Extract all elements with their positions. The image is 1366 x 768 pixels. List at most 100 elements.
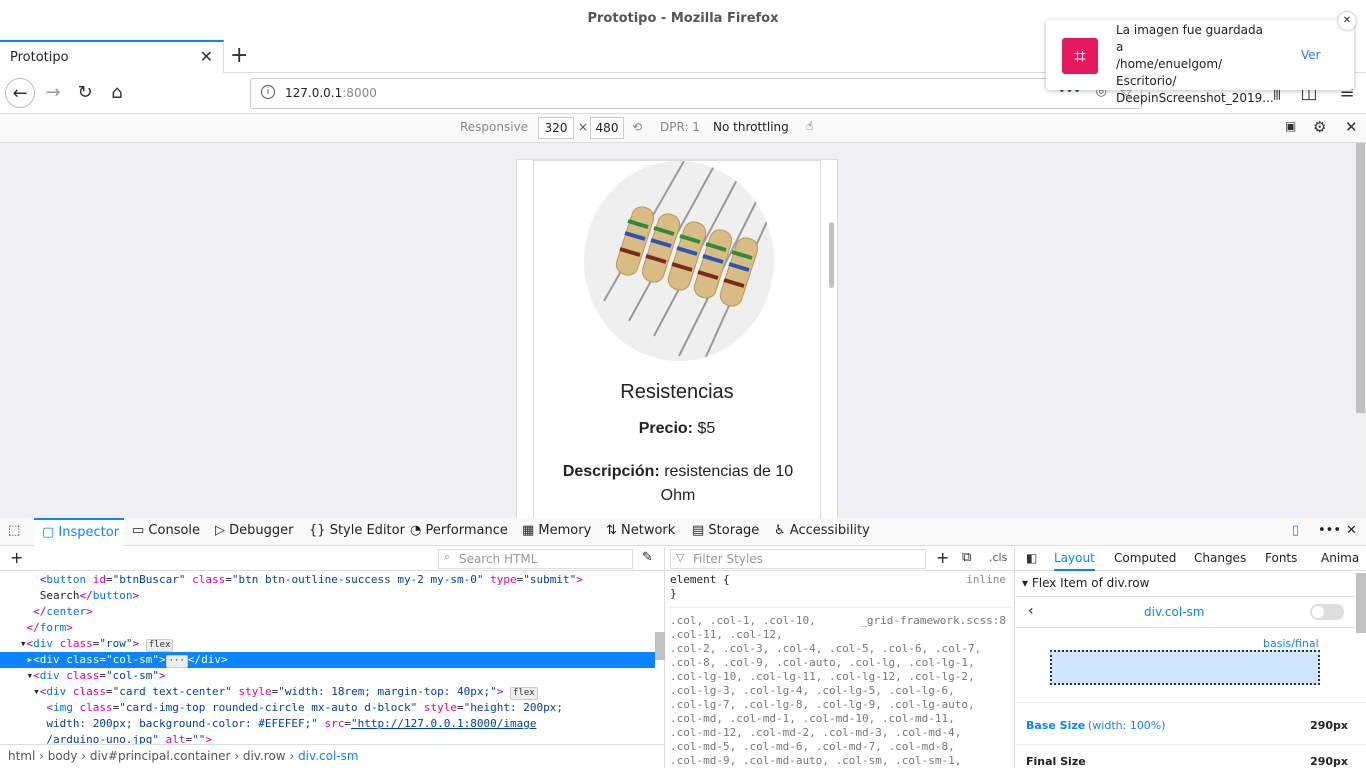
rules-toolbar: Filter Styles ▽ + ⧉ .cls xyxy=(666,547,1014,571)
base-size-label: Base Size xyxy=(1026,719,1086,732)
sidebar-tabs: ◧ Layout Computed Changes Fonts Anima xyxy=(1016,547,1366,571)
responsive-mode-icon[interactable]: ▯ xyxy=(1292,518,1299,546)
flex-item-section-header[interactable]: ▾ Flex Item of div.row xyxy=(1022,576,1149,590)
viewport-width-input[interactable]: 320 xyxy=(538,117,574,139)
dpr-select[interactable]: DPR: 1 xyxy=(660,120,700,134)
crumb-container[interactable]: div#principal.container xyxy=(90,749,231,763)
search-html-input[interactable]: Search HTML xyxy=(438,549,633,569)
base-size-value: 290px xyxy=(1310,719,1348,732)
highlight-toggle[interactable] xyxy=(1310,604,1344,620)
crumb-body[interactable]: body xyxy=(48,749,78,763)
cls-toggle[interactable]: .cls xyxy=(989,551,1007,564)
rule-line: .col-11, .col-12, xyxy=(670,628,783,641)
touch-simulation-icon[interactable]: ☝ xyxy=(806,119,813,133)
device-select[interactable]: Responsive xyxy=(460,120,528,134)
flex-item-diagram xyxy=(1050,650,1320,685)
device-scrollbar[interactable] xyxy=(829,222,834,288)
toggle-pseudo-icon[interactable]: ⧉ xyxy=(962,550,971,565)
home-button[interactable]: ⌂ xyxy=(102,78,132,108)
crumb-html[interactable]: html xyxy=(8,749,35,763)
final-size-value: 290px xyxy=(1310,755,1348,768)
eyedropper-icon[interactable]: ✎ xyxy=(642,550,653,565)
notification-message: La imagen fue guardada a/home/enuelgom/ … xyxy=(1116,23,1274,105)
device-frame: Resistencias Precio: $5 Descripción: res… xyxy=(516,159,838,520)
toggle-sidebar-icon[interactable]: ◧ xyxy=(1026,547,1037,571)
responsive-toolbar: Responsive 320 × 480 ⟲ DPR: 1 No throttl… xyxy=(0,114,1366,143)
close-notification-icon[interactable]: ✕ xyxy=(1338,12,1356,30)
back-button[interactable]: ← xyxy=(5,78,35,108)
rule-line: .col-lg-7, .col-lg-8, .col-lg-9, .col-lg… xyxy=(670,698,975,711)
tab-fonts[interactable]: Fonts xyxy=(1265,547,1297,571)
tree-line[interactable]: <img class="card-img-top rounded-circle … xyxy=(0,700,655,716)
tree-line[interactable]: ▾<div class="card text-center" style="wi… xyxy=(0,684,655,700)
tab-debugger[interactable]: ▷ Debugger xyxy=(215,518,294,546)
tab-style-editor[interactable]: {} Style Editor xyxy=(309,518,405,546)
tree-line[interactable]: ▾<div class="col-sm"> xyxy=(0,668,655,684)
page-viewport: Resistencias Precio: $5 Descripción: res… xyxy=(0,143,1366,520)
markup-scrollbar[interactable] xyxy=(655,632,665,660)
sidebar-scrollbar[interactable] xyxy=(1356,573,1366,633)
tab-memory[interactable]: ▦ Memory xyxy=(522,518,591,546)
screenshot-notification: ⌗ La imagen fue guardada a/home/enuelgom… xyxy=(1046,12,1356,105)
filter-icon: ▽ xyxy=(676,551,685,564)
tab-layout[interactable]: Layout xyxy=(1054,547,1095,571)
rule-line: .col-md-5, .col-md-6, .col-md-7, .col-md… xyxy=(670,740,955,753)
tab-changes[interactable]: Changes xyxy=(1194,547,1246,571)
base-size-note: (width: 100%) xyxy=(1088,719,1166,732)
tree-line[interactable]: ▾<div class="row"> flex xyxy=(0,636,655,652)
back-arrow-icon[interactable]: ‹ xyxy=(1028,603,1034,619)
tab-label: Prototipo xyxy=(10,50,69,65)
markup-view: + Search HTML ⌕ ✎ <button id="btnBuscar"… xyxy=(0,547,665,768)
tree-line[interactable]: /arduino-uno.jpg" alt=""> xyxy=(0,732,655,744)
devtools-menu-icon[interactable]: ••• xyxy=(1318,518,1341,546)
tree-line-selected[interactable]: ▸<div class="col-sm"> ··· </div> xyxy=(0,652,655,668)
tab-prototipo[interactable]: Prototipo ✕ xyxy=(0,40,224,73)
close-devtools-icon[interactable]: ✕ xyxy=(1346,518,1357,546)
view-button[interactable]: Ver xyxy=(1301,48,1321,62)
rule-close: } xyxy=(670,587,1010,608)
tab-network[interactable]: ⇅ Network xyxy=(606,518,675,546)
site-info-icon[interactable]: i xyxy=(261,85,275,99)
crumb-row[interactable]: div.row xyxy=(243,749,286,763)
close-rdm-icon[interactable]: ✕ xyxy=(1345,118,1358,136)
viewport-height-input[interactable]: 480 xyxy=(590,117,624,139)
tab-storage[interactable]: ▤ Storage xyxy=(692,518,759,546)
filter-styles-input[interactable]: Filter Styles xyxy=(670,549,926,569)
page-scrollbar[interactable] xyxy=(1355,143,1366,518)
new-tab-icon[interactable]: + xyxy=(230,43,248,68)
tree-line[interactable]: width: 200px; background-color: #EFEFEF;… xyxy=(0,716,655,732)
add-rule-icon[interactable]: + xyxy=(936,548,949,567)
rule-line: .col-lg-10, .col-lg-11, .col-lg-12, .col… xyxy=(670,670,975,683)
add-node-icon[interactable]: + xyxy=(10,548,23,567)
card-description: Descripción: resistencias de 10 Ohm xyxy=(562,463,794,504)
rule-selector: .col, .col-1, .col-10, _grid-framework.sc… xyxy=(670,614,1006,628)
screenshot-icon[interactable]: ▣ xyxy=(1285,119,1296,133)
throttling-select[interactable]: No throttling xyxy=(713,120,789,134)
rule-source-link[interactable]: _grid-framework.scss:8 xyxy=(860,614,1006,628)
dom-tree[interactable]: <button id="btnBuscar" class="btn btn-ou… xyxy=(0,572,655,744)
tree-line[interactable]: <button id="btnBuscar" class="btn btn-ou… xyxy=(0,572,655,588)
tab-accessibility[interactable]: ♿ Accessibility xyxy=(774,518,870,546)
tree-line[interactable]: </form> xyxy=(0,620,655,636)
tab-computed[interactable]: Computed xyxy=(1114,547,1176,571)
rotate-icon[interactable]: ⟲ xyxy=(632,120,642,134)
url-bar[interactable]: i 127.0.0.1:8000 ••• ◎ ☆ xyxy=(250,78,1142,109)
rule-line: .col-8, .col-9, .col-auto, .col-lg, .col… xyxy=(670,656,975,669)
tab-console[interactable]: ▭ Console xyxy=(132,518,200,546)
tree-line[interactable]: </center> xyxy=(0,604,655,620)
tab-inspector[interactable]: ▢ Inspector xyxy=(34,518,124,546)
times-sign: × xyxy=(578,120,589,134)
reload-button[interactable]: ↻ xyxy=(70,78,100,108)
close-tab-icon[interactable]: ✕ xyxy=(200,47,213,66)
settings-gear-icon[interactable]: ⚙ xyxy=(1313,118,1326,136)
rule-line: .col-md-9, .col-md-auto, .col-sm, .col-s… xyxy=(670,754,962,767)
pick-element-icon[interactable]: ⬚ xyxy=(8,518,28,546)
tab-animations[interactable]: Anima xyxy=(1321,547,1359,571)
flex-item-selector[interactable]: div.col-sm xyxy=(1144,605,1204,619)
forward-button[interactable]: → xyxy=(38,78,68,108)
layout-sidebar: ◧ Layout Computed Changes Fonts Anima ▾ … xyxy=(1016,547,1366,768)
devtools-panels: + Search HTML ⌕ ✎ <button id="btnBuscar"… xyxy=(0,547,1366,768)
tab-performance[interactable]: ◔ Performance xyxy=(410,518,508,546)
crumb-col-sm[interactable]: div.col-sm xyxy=(298,749,358,763)
tree-line[interactable]: Search</button> xyxy=(0,588,655,604)
